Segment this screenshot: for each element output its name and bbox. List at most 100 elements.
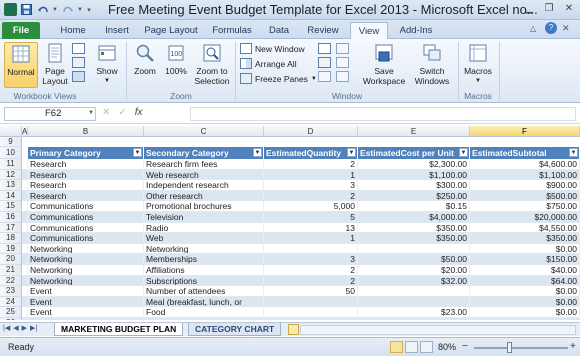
zoom-out-icon[interactable]: − [462,341,468,352]
page-layout-view-button[interactable]: Page Layout [40,42,70,88]
row-number-header[interactable]: 10 [0,147,22,159]
cell-estimated-subtotal[interactable]: $0.00 [470,243,580,255]
cell-estimated-subtotal[interactable]: $0.00 [470,296,580,308]
cell-estimated-quantity[interactable]: 2 [264,265,358,276]
cell-primary-category[interactable]: Research [28,159,144,170]
view-side-by-side-icon[interactable] [336,43,349,54]
row-number[interactable]: 12 [0,169,22,181]
cell-secondary-category[interactable]: Networking [144,243,264,255]
cell-estimated-quantity[interactable] [264,243,358,255]
row-number[interactable]: 19 [0,243,22,255]
zoom-level[interactable]: 80% [438,342,456,352]
filter-dropdown-icon[interactable]: ▼ [569,148,578,157]
cell-estimated-subtotal[interactable]: $0.00 [470,318,580,320]
tab-file[interactable]: File [2,22,40,39]
cell-secondary-category[interactable]: Promotional brochures [144,201,264,212]
close-icon[interactable]: ✕ [560,1,578,15]
cell-primary-category[interactable]: Communications [28,201,144,212]
show-button[interactable]: Show ▼ [92,42,122,88]
insert-sheet-icon[interactable] [288,324,299,335]
cell-estimated-quantity[interactable] [264,318,358,320]
sheet-tab-marketing-budget-plan[interactable]: MARKETING BUDGET PLAN [54,323,184,336]
cell-secondary-category[interactable]: Subscriptions [144,275,264,287]
cell-secondary-category[interactable]: Tip (10%) [144,318,264,320]
cell-secondary-category[interactable]: Radio [144,222,264,234]
row-number[interactable]: 24 [0,296,22,308]
redo-icon[interactable] [61,3,74,16]
cell-primary-category[interactable]: Networking [28,265,144,276]
undo-icon[interactable] [36,3,49,16]
cell-primary-category[interactable]: Communications [28,212,144,223]
cell-primary-category[interactable]: Event [28,307,144,318]
cell-estimated-cost-per-unit[interactable]: $20.00 [358,265,470,276]
cell-secondary-category[interactable]: Food [144,307,264,318]
cell-estimated-quantity[interactable] [264,307,358,318]
cell-estimated-subtotal[interactable]: $0.00 [470,307,580,318]
cell-estimated-cost-per-unit[interactable]: $4,000.00 [358,212,470,223]
cell-estimated-cost-per-unit[interactable] [358,286,470,297]
minimize-icon[interactable]: ▁ [520,1,538,15]
zoom-in-icon[interactable]: + [570,341,576,352]
cell-estimated-subtotal[interactable]: $40.00 [470,265,580,276]
cell-primary-category[interactable]: Communications [28,222,144,234]
cell-estimated-subtotal[interactable]: $900.00 [470,180,580,191]
row-number[interactable]: 25 [0,307,22,318]
cell-estimated-cost-per-unit[interactable]: $0.15 [358,201,470,212]
cell-secondary-category[interactable]: Independent research [144,180,264,191]
arrange-all-button[interactable]: Arrange All [240,58,297,69]
cell-primary-category[interactable]: Research [28,190,144,202]
formula-input[interactable] [190,107,576,121]
cell-estimated-quantity[interactable]: 5,000 [264,201,358,212]
cell-estimated-cost-per-unit[interactable]: $1,100.00 [358,169,470,181]
column-header-d[interactable]: D [264,126,358,137]
cell-estimated-subtotal[interactable]: $500.00 [470,190,580,202]
cell-primary-category[interactable]: Communications [28,233,144,244]
customize-qat-icon[interactable]: ▾ [86,3,92,16]
row-number[interactable]: 20 [0,254,22,265]
tab-add-ins[interactable]: Add-Ins [394,22,438,39]
dropdown-arrow-icon[interactable]: ▼ [77,3,83,16]
cell-estimated-subtotal[interactable]: $4,550.00 [470,222,580,234]
cell-estimated-cost-per-unit[interactable] [358,243,470,255]
filter-dropdown-icon[interactable]: ▼ [459,148,468,157]
row-number[interactable]: 11 [0,159,22,170]
custom-views-icon[interactable] [72,57,85,68]
row-number[interactable]: 15 [0,201,22,212]
row-number[interactable]: 14 [0,190,22,202]
cell-secondary-category[interactable]: Number of attendees [144,286,264,297]
row-number[interactable]: 13 [0,180,22,191]
page-layout-icon[interactable] [405,341,418,353]
close-workbook-icon[interactable]: ✕ [562,23,570,34]
cell-primary-category[interactable]: Research [28,169,144,181]
cell-estimated-subtotal[interactable]: $4,600.00 [470,159,580,170]
normal-view-icon[interactable] [390,341,403,353]
select-all-corner[interactable] [0,126,22,137]
cell-estimated-cost-per-unit[interactable] [358,296,470,308]
cell-secondary-category[interactable]: Memberships [144,254,264,265]
cell-estimated-quantity[interactable]: 5 [264,212,358,223]
tab-insert[interactable]: Insert [98,22,136,39]
column-header-e[interactable]: E [358,126,470,137]
prev-sheet-icon[interactable]: ◀ [13,324,18,332]
page-break-preview-icon[interactable] [72,43,85,54]
enter-icon[interactable]: ✓ [118,107,126,118]
excel-logo-icon[interactable]: X [4,3,17,16]
name-box-dropdown-icon[interactable]: ▼ [88,110,94,116]
first-sheet-icon[interactable]: |◀ [3,324,10,332]
cell-estimated-cost-per-unit[interactable]: $250.00 [358,190,470,202]
cell-estimated-subtotal[interactable]: $150.00 [470,254,580,265]
dropdown-arrow-icon[interactable]: ▼ [52,3,58,16]
normal-view-button[interactable]: Normal [4,42,38,88]
synchronous-scrolling-icon[interactable] [336,57,349,68]
cell-secondary-category[interactable]: Research firm fees [144,159,264,170]
table-header-secondary-category[interactable]: Secondary Category ▼ [144,147,264,159]
cell-estimated-quantity[interactable] [264,296,358,308]
cell-primary-category[interactable]: Networking [28,254,144,265]
table-header-primary-category[interactable]: Primary Category ▼ [28,147,144,159]
cell-estimated-subtotal[interactable]: $0.00 [470,286,580,297]
cell-estimated-cost-per-unit[interactable]: $50.00 [358,254,470,265]
cell-primary-category[interactable]: Event [28,286,144,297]
help-icon[interactable]: ? [545,22,557,34]
cell-estimated-quantity[interactable]: 1 [264,233,358,244]
cell-primary-category[interactable]: Networking [28,243,144,255]
